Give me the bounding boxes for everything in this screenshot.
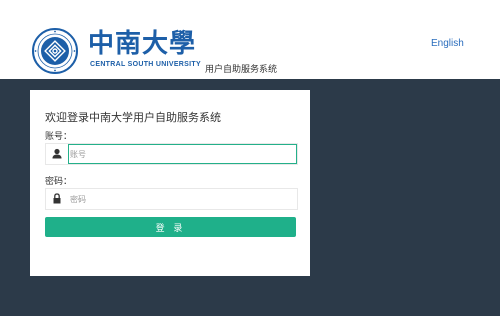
username-label: 账号： [45, 132, 73, 142]
university-name: 中南大學 [88, 29, 197, 59]
login-button[interactable]: 登 录 [45, 217, 296, 237]
english-language-link[interactable]: English [431, 38, 464, 49]
university-name-en: CENTRAL SOUTH UNIVERSITY [90, 61, 201, 68]
username-input[interactable] [68, 144, 297, 164]
welcome-title: 欢迎登录中南大学用户自助服务系统 [45, 111, 221, 124]
system-title: 用户自助服务系统 [205, 65, 278, 75]
username-field [45, 143, 298, 165]
university-emblem-icon [32, 28, 78, 74]
header: 中南大學 CENTRAL SOUTH UNIVERSITY 用户自助服务系统 E… [0, 0, 500, 79]
lock-icon [53, 193, 61, 204]
user-icon [52, 148, 62, 159]
password-label: 密码： [45, 177, 73, 187]
login-card: 欢迎登录中南大学用户自助服务系统 账号： 密码： 登 录 [30, 90, 310, 276]
password-field [45, 188, 298, 210]
password-input[interactable] [68, 189, 297, 209]
